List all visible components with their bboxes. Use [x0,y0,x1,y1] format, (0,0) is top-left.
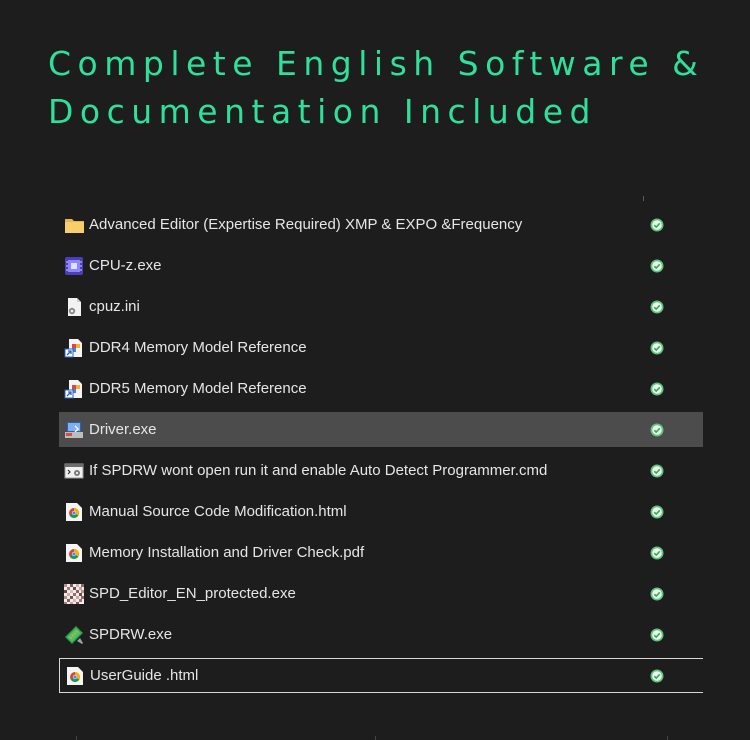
file-row[interactable]: CPU-z.exe [59,248,703,283]
file-name: Memory Installation and Driver Check.pdf [89,544,365,561]
chrome-icon [64,502,84,522]
file-row[interactable]: DDR5 Memory Model Reference [59,371,703,406]
installer-icon [64,420,84,440]
check-icon [650,218,664,232]
check-icon [650,628,664,642]
file-row[interactable]: If SPDRW wont open run it and enable Aut… [59,453,703,488]
file-name: UserGuide .html [90,667,199,684]
check-icon [650,423,664,437]
file-name: If SPDRW wont open run it and enable Aut… [89,462,548,479]
check-icon [650,300,664,314]
file-name: CPU-z.exe [89,257,162,274]
file-row[interactable]: SPDRW.exe [59,617,703,652]
file-row[interactable]: cpuz.ini [59,289,703,324]
file-name: Driver.exe [89,421,157,438]
check-icon [650,259,664,273]
settings-file-icon [64,297,84,317]
file-row[interactable]: DDR4 Memory Model Reference [59,330,703,365]
headline-line-2: Documentation Included [48,92,597,131]
check-icon [650,382,664,396]
file-row-focused[interactable]: UserGuide .html [59,658,703,693]
file-row[interactable]: Memory Installation and Driver Check.pdf [59,535,703,570]
check-icon [650,587,664,601]
file-name: Advanced Editor (Expertise Required) XMP… [89,216,523,233]
pixelated-app-icon [64,583,84,604]
file-row[interactable]: Advanced Editor (Expertise Required) XMP… [59,207,703,242]
column-divider [643,196,644,201]
file-name: DDR5 Memory Model Reference [89,380,307,397]
file-name: cpuz.ini [89,298,140,315]
file-row[interactable]: SPD_Editor_EN_protected.exe [59,576,703,611]
headline-line-1: Complete English Software & [48,44,705,83]
spdrw-app-icon [64,625,84,645]
chrome-icon [65,666,85,686]
file-row[interactable]: Manual Source Code Modification.html [59,494,703,529]
check-icon [650,505,664,519]
check-icon [650,464,664,478]
folder-icon [64,215,84,235]
shortcut-icon [64,379,84,399]
check-icon [650,669,664,683]
file-list: Advanced Editor (Expertise Required) XMP… [59,207,703,699]
shortcut-icon [64,338,84,358]
file-name: SPD_Editor_EN_protected.exe [89,585,296,602]
cpuz-app-icon [64,256,84,276]
headline: Complete English Software & Documentatio… [48,40,728,136]
cmd-script-icon [64,461,84,481]
file-name: DDR4 Memory Model Reference [89,339,307,356]
file-name: SPDRW.exe [89,626,173,643]
chrome-icon [64,543,84,563]
check-icon [650,546,664,560]
file-name: Manual Source Code Modification.html [89,503,347,520]
check-icon [650,341,664,355]
file-row-selected[interactable]: Driver.exe [59,412,703,447]
